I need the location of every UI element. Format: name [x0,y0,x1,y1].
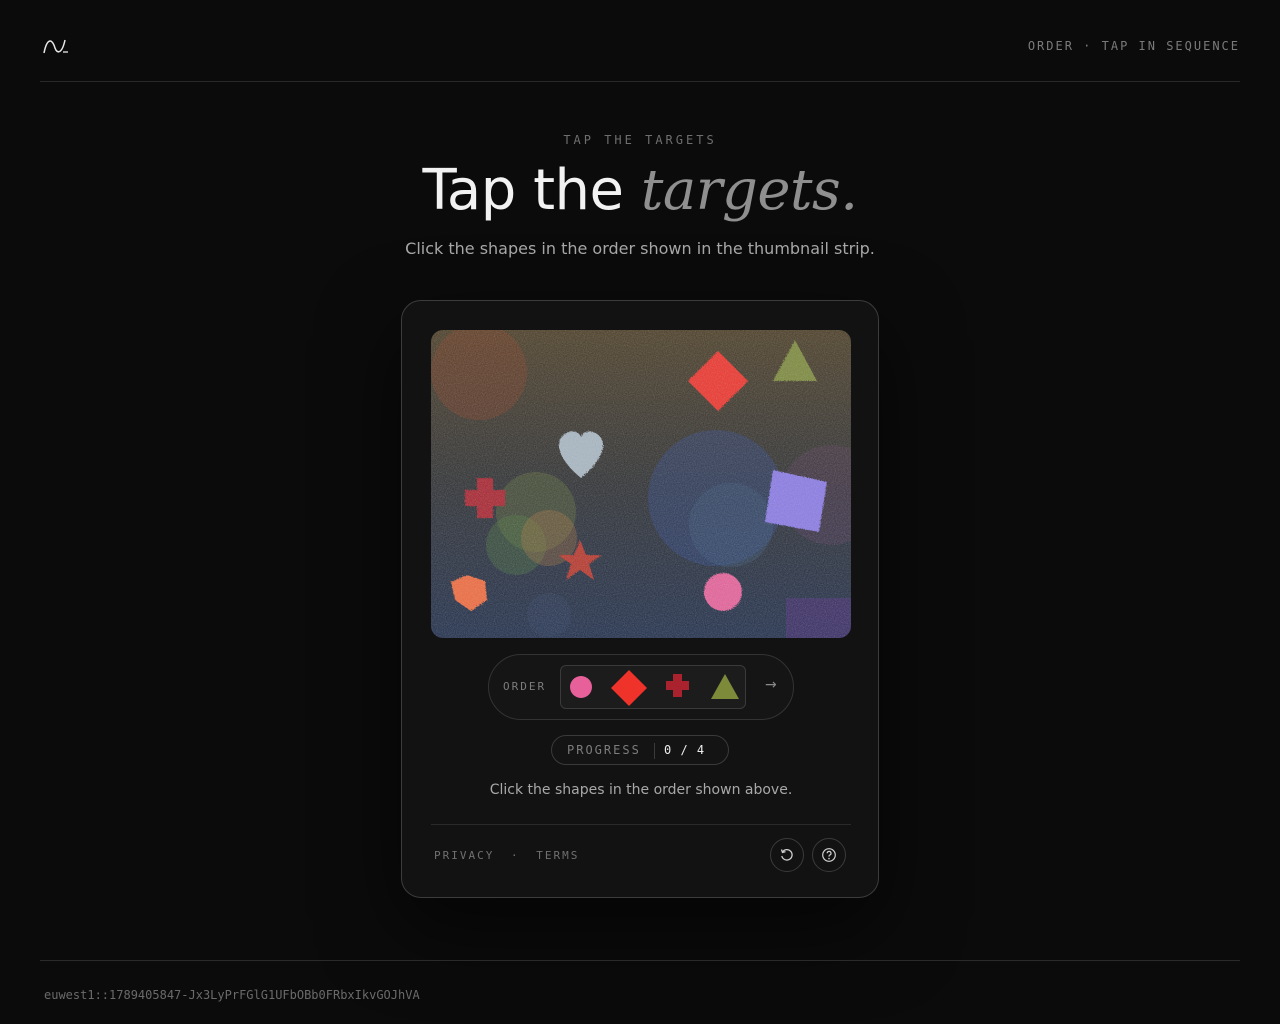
progress-value: 0 / 4 [664,743,706,757]
order-thumb-diamond [611,670,647,706]
captcha-card: ORDER → PROGRESS 0 / 4 Click the shapes … [401,300,879,898]
link-separator: · [510,849,520,862]
order-bar: ORDER → [488,654,794,720]
terms-link[interactable]: TERMS [536,849,579,862]
noise-overlay [431,330,851,638]
progress-indicator: PROGRESS 0 / 4 [551,735,729,765]
help-icon [822,848,836,862]
order-thumb-cross [666,674,689,697]
page-subtitle: Click the shapes in the order shown in t… [405,239,875,258]
refresh-button[interactable] [770,838,804,872]
help-button[interactable] [812,838,846,872]
footer-divider [40,960,1240,961]
challenge-canvas[interactable] [431,330,851,638]
card-links: PRIVACY · TERMS [434,849,579,862]
eyebrow-label: TAP THE TARGETS [563,133,717,147]
order-thumb-circle [570,676,592,698]
refresh-icon [780,849,793,861]
arrow-right-icon: → [765,677,777,693]
page-title: Tap the targets. [0,158,1280,223]
wave-logo-icon [43,39,68,54]
order-thumb-triangle [711,674,739,699]
top-bar: ORDER · TAP IN SEQUENCE [40,0,1240,82]
progress-label: PROGRESS [567,743,641,757]
instruction-text: Click the shapes in the order shown abov… [489,782,793,798]
title-plain: Tap the [422,158,624,223]
progress-divider [654,743,655,759]
order-label: ORDER [503,680,547,693]
session-id: euwest1::1789405847-Jx3LyPrFGlG1UFbOBb0F… [44,988,420,1002]
mode-label: ORDER · TAP IN SEQUENCE [1027,39,1240,53]
privacy-link[interactable]: PRIVACY [434,849,494,862]
title-emphasis: targets. [640,158,858,223]
card-divider [431,824,851,825]
order-thumbnail-strip [560,665,746,709]
